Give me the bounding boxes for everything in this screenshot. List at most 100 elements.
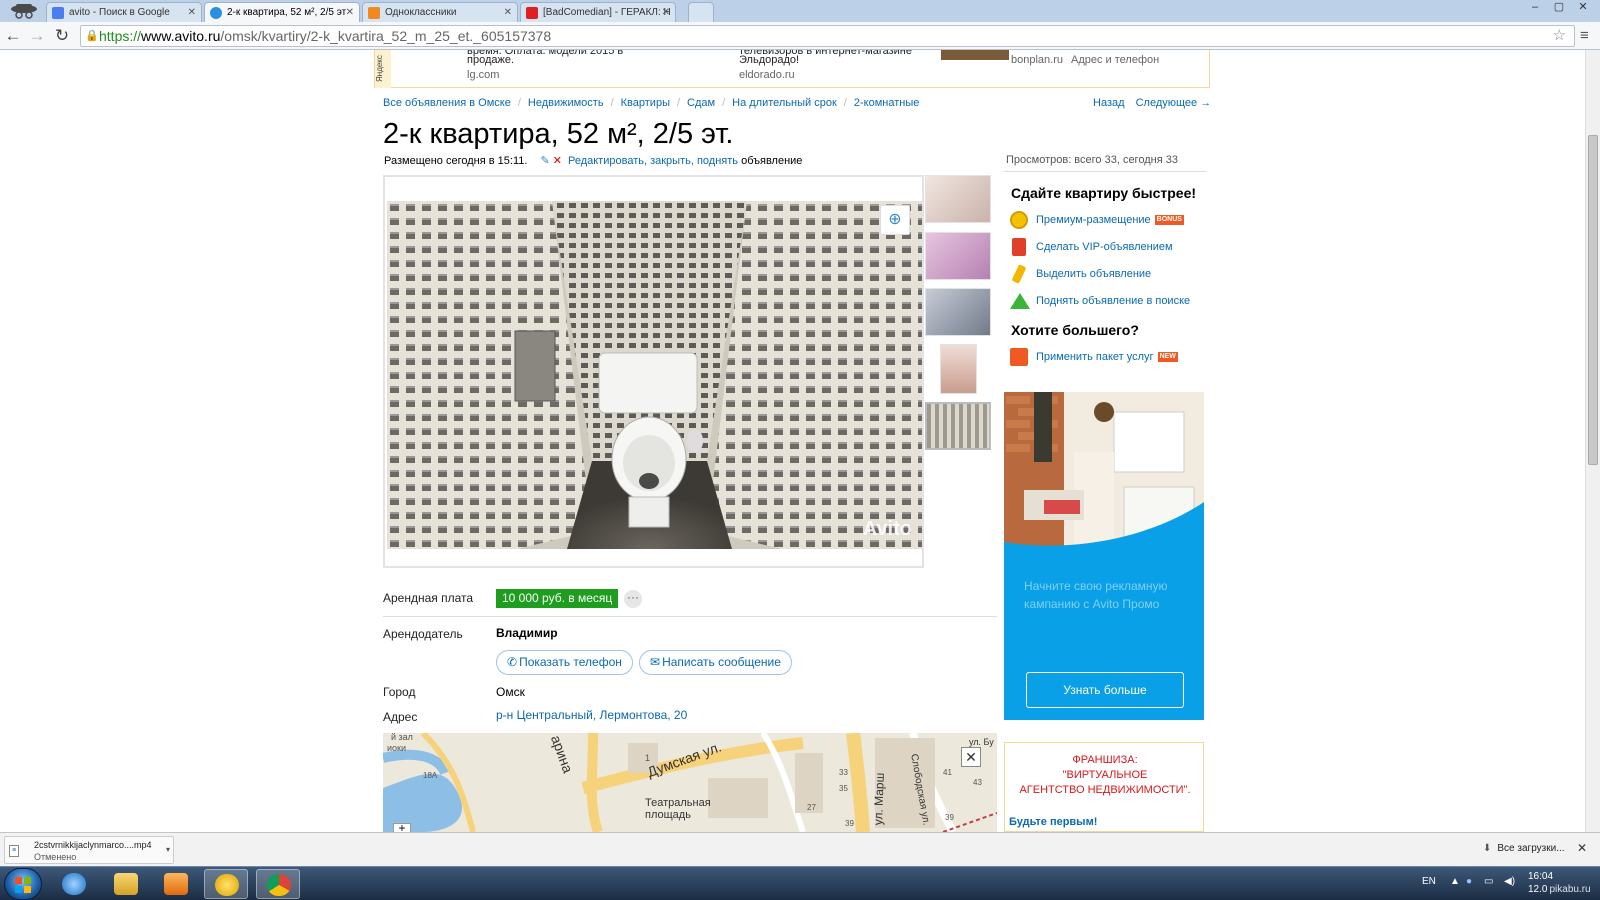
- tab-google[interactable]: avito - Поиск в Google ✕: [46, 2, 202, 22]
- tab-close-icon[interactable]: ✕: [346, 3, 354, 22]
- minimize-button[interactable]: –: [1524, 0, 1546, 16]
- photo-thumbnail[interactable]: [925, 288, 991, 336]
- system-clock[interactable]: 16:04 12.0 pikabu.ru: [1528, 870, 1591, 896]
- tab-avito[interactable]: 2-к квартира, 52 м², 2/5 эт ✕: [204, 2, 360, 22]
- map-label: 43: [973, 778, 982, 787]
- tab-close-icon[interactable]: ✕: [504, 3, 512, 22]
- language-indicator[interactable]: EN: [1422, 876, 1436, 887]
- photo-thumbnail[interactable]: [940, 344, 977, 394]
- show-phone-label: Показать телефон: [519, 655, 622, 669]
- network-icon[interactable]: ▭: [1484, 876, 1493, 887]
- reload-icon[interactable]: ↻: [51, 25, 73, 47]
- tab-close-icon[interactable]: ✕: [662, 3, 670, 22]
- photo-thumbnail[interactable]: [925, 232, 991, 280]
- learn-more-button[interactable]: Узнать больше: [1026, 672, 1184, 708]
- yandex-map[interactable]: й зал иоки 18А 1 арина Думская ул. Театр…: [383, 733, 997, 832]
- edit-suffix: объявление: [741, 155, 803, 167]
- franchise-ad[interactable]: ФРАНШИЗА: "ВИРТУАЛЬНОЕ АГЕНТСТВО НЕДВИЖИ…: [1004, 742, 1204, 832]
- tray-up-arrow-icon[interactable]: ▲: [1450, 876, 1460, 887]
- start-button[interactable]: [4, 868, 42, 900]
- ad-address-phone-link[interactable]: Адрес и телефон: [1071, 54, 1159, 66]
- tab-youtube[interactable]: [BadComedian] - ГЕРАКЛ: Н ✕: [520, 2, 676, 22]
- premium-placement-link[interactable]: Премиум-размещение BONUS: [1010, 210, 1184, 230]
- all-downloads-link[interactable]: ⬇ Все загрузки...: [1483, 843, 1565, 854]
- phone-icon: ✆: [507, 655, 518, 669]
- next-link[interactable]: Следующее →: [1136, 97, 1212, 109]
- map-zoom-in-button[interactable]: +: [393, 822, 411, 832]
- file-icon: ≡: [9, 845, 19, 857]
- owner-label: Арендодатель: [383, 627, 463, 641]
- taskbar-media-player[interactable]: [154, 869, 198, 899]
- all-downloads-label: Все загрузки...: [1497, 843, 1565, 854]
- promo-text: Начните свою рекламную кампанию с Avito …: [1024, 579, 1168, 611]
- ad-text[interactable]: продаже.: [467, 53, 514, 67]
- address-link[interactable]: р-н Центральный, Лермонтова, 20: [496, 708, 687, 722]
- close-download-bar-button[interactable]: ✕: [1577, 841, 1587, 855]
- more-options-button[interactable]: ···: [624, 590, 642, 608]
- download-item[interactable]: ≡ 2cstvrnikkijaclynmarco....mp4 Отменено…: [4, 836, 174, 864]
- be-first-link[interactable]: Будьте первым!: [1009, 816, 1097, 828]
- write-message-button[interactable]: ✉ Написать сообщение: [639, 650, 792, 675]
- scrollbar-thumb[interactable]: [1588, 135, 1598, 465]
- main-photo[interactable]: ⊕ Avito: [387, 201, 922, 549]
- avito-promo-banner[interactable]: Начните свою рекламную кампанию с Avito …: [1004, 392, 1204, 720]
- taskbar-ie[interactable]: [52, 869, 96, 899]
- back-arrow-icon[interactable]: ←: [2, 25, 24, 47]
- delete-x-icon[interactable]: ✕: [553, 155, 562, 167]
- tab-odnoklassniki[interactable]: Одноклассники ✕: [362, 2, 518, 22]
- breadcrumb-item[interactable]: 2-комнатные: [854, 97, 919, 109]
- raise-in-search-link[interactable]: Поднять объявление в поиске: [1010, 291, 1190, 311]
- photo-thumbnail[interactable]: [925, 175, 991, 223]
- rent-price-badge: 10 000 руб. в месяц: [496, 589, 619, 608]
- ad-text[interactable]: Эльдорадо!: [739, 53, 799, 67]
- close-window-button[interactable]: ✕: [1572, 0, 1594, 16]
- breadcrumb-item[interactable]: Все объявления в Омске: [383, 97, 511, 109]
- map-close-button[interactable]: ✕: [961, 747, 981, 767]
- highlight-label: Выделить объявление: [1036, 268, 1152, 280]
- vip-link[interactable]: Сделать VIP-объявлением: [1010, 237, 1173, 257]
- edit-close-raise-link[interactable]: Редактировать, закрыть, поднять: [568, 155, 738, 167]
- incognito-user-icon[interactable]: [4, 1, 44, 21]
- breadcrumb-item[interactable]: Недвижимость: [528, 97, 604, 109]
- breadcrumb-item[interactable]: Сдам: [687, 97, 715, 109]
- tab-close-icon[interactable]: ✕: [188, 3, 196, 22]
- show-phone-button[interactable]: ✆ Показать телефон: [496, 650, 633, 675]
- bookmark-star-icon[interactable]: ☆: [1553, 26, 1566, 46]
- ad-image[interactable]: [941, 50, 1009, 60]
- url-path: /omsk/kvartiry/2-k_kvartira_52_m_25_et._…: [220, 28, 552, 44]
- premium-label: Премиум-размещение: [1036, 214, 1151, 226]
- taskbar-1c[interactable]: [204, 869, 248, 899]
- internet-explorer-icon: [62, 873, 86, 895]
- address-bar[interactable]: 🔒 https://www.avito.ru/omsk/kvartiry/2-k_…: [80, 25, 1575, 47]
- tray-app-icon[interactable]: ●: [1466, 876, 1472, 887]
- franchise-line: "ВИРТУАЛЬНОЕ: [1062, 769, 1148, 781]
- pencil-icon[interactable]: ✎: [540, 155, 549, 167]
- taskbar-chrome[interactable]: [256, 869, 300, 899]
- page-scrollbar[interactable]: [1585, 50, 1600, 832]
- url-scheme: https://: [99, 28, 142, 44]
- maximize-button[interactable]: ▢: [1548, 0, 1570, 16]
- ad-source[interactable]: bonplan.ru: [1011, 54, 1063, 66]
- address-label: Адрес: [383, 710, 418, 724]
- yandex-ad-strip[interactable]: Яндекс время. Оплата. модели 2015 в прод…: [374, 50, 1210, 88]
- ad-source[interactable]: lg.com: [467, 69, 499, 81]
- apply-package-link[interactable]: Применить пакет услуг NEW: [1010, 347, 1178, 367]
- breadcrumb-item[interactable]: Квартиры: [621, 97, 670, 109]
- back-link[interactable]: Назад: [1093, 97, 1125, 109]
- zoom-icon[interactable]: ⊕: [880, 205, 910, 235]
- ad-source[interactable]: eldorado.ru: [739, 69, 795, 81]
- url-host: www.avito.ru: [141, 28, 221, 44]
- want-more-heading: Хотите большего?: [1011, 322, 1139, 338]
- new-tab-button[interactable]: [688, 2, 714, 22]
- breadcrumb-item[interactable]: На длительный срок: [732, 97, 837, 109]
- chevron-down-icon[interactable]: ▾: [166, 845, 170, 854]
- chrome-menu-icon[interactable]: ≡: [1580, 25, 1596, 47]
- photo-thumbnail-selected[interactable]: [925, 402, 991, 450]
- volume-icon[interactable]: ◀): [1504, 876, 1515, 887]
- tab-title: avito - Поиск в Google: [69, 7, 170, 18]
- forward-arrow-icon[interactable]: →: [26, 25, 48, 47]
- rent-label: Арендная плата: [383, 591, 474, 605]
- taskbar-explorer[interactable]: [104, 869, 148, 899]
- map-label: 27: [807, 803, 816, 812]
- highlight-link[interactable]: Выделить объявление: [1010, 264, 1151, 284]
